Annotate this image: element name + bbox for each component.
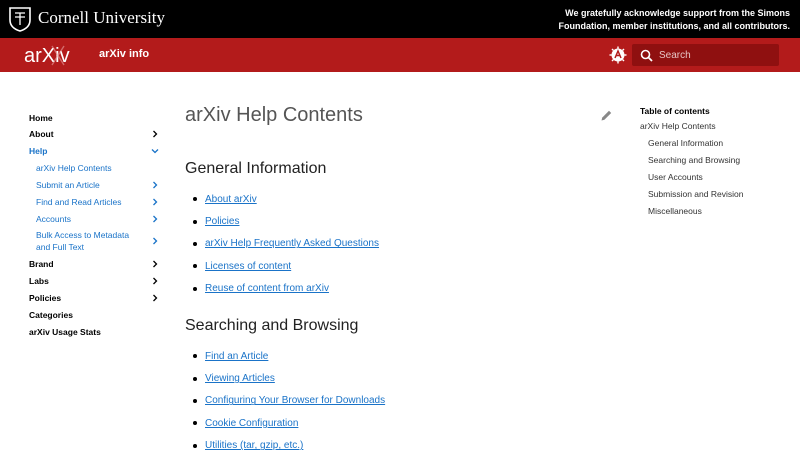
general-information-list: About arXiv Policies arXiv Help Frequent… (193, 188, 379, 300)
bullet-icon (193, 354, 197, 359)
sidebar-item-find-read[interactable]: Find and Read Articles (29, 193, 159, 210)
link-policies[interactable]: Policies (205, 216, 239, 227)
left-sidebar-nav: Home About Help arXiv Help Contents Subm… (29, 110, 159, 340)
cornell-university-link[interactable]: Cornell University (38, 8, 165, 28)
list-item: Reuse of content from arXiv (193, 278, 379, 300)
sidebar-item-label: Categories (29, 309, 73, 320)
section-title-searching-browsing: Searching and Browsing (185, 317, 359, 334)
sidebar-item-label: Find and Read Articles (36, 196, 122, 207)
search-icon[interactable] (640, 49, 653, 62)
toc-item-miscellaneous[interactable]: Miscellaneous (640, 203, 790, 220)
list-item: About arXiv (193, 188, 379, 210)
sidebar-item-policies[interactable]: Policies (29, 289, 159, 306)
section-title-general-information: General Information (185, 160, 327, 177)
arxiv-header: arXiv arXiv info (0, 38, 800, 72)
list-item: Policies (193, 210, 379, 232)
searching-browsing-list: Find an Article Viewing Articles Configu… (193, 345, 385, 450)
link-help-faq[interactable]: arXiv Help Frequently Asked Questions (205, 238, 379, 249)
chevron-right-icon[interactable] (151, 294, 159, 302)
sidebar-item-bulk-access[interactable]: Bulk Access to Metadata and Full Text (29, 227, 159, 255)
list-item: Configuring Your Browser for Downloads (193, 390, 385, 412)
sidebar-item-label: Brand (29, 258, 54, 269)
arxiv-logo[interactable]: arXiv (24, 43, 86, 67)
edit-pencil-icon[interactable] (600, 109, 613, 122)
toc-item-root[interactable]: arXiv Help Contents (640, 118, 790, 135)
toc-item-general-information[interactable]: General Information (640, 135, 790, 152)
page-title: arXiv Help Contents (185, 104, 363, 126)
sidebar-item-brand[interactable]: Brand (29, 255, 159, 272)
cornell-seal-icon[interactable] (8, 6, 32, 32)
toc-item-searching-browsing[interactable]: Searching and Browsing (640, 152, 790, 169)
sidebar-item-home[interactable]: Home (29, 110, 159, 125)
link-licenses-of-content[interactable]: Licenses of content (205, 261, 291, 272)
search-input[interactable] (659, 49, 774, 61)
sidebar-item-label: Submit an Article (36, 179, 100, 190)
site-title[interactable]: arXiv info (99, 48, 149, 60)
chevron-down-icon[interactable] (151, 147, 159, 155)
cornell-topbar: Cornell University We gratefully acknowl… (0, 0, 800, 38)
search-box[interactable] (632, 44, 779, 66)
sidebar-item-help-contents[interactable]: arXiv Help Contents (29, 159, 159, 176)
sidebar-item-label: Policies (29, 292, 62, 303)
sidebar-item-labs[interactable]: Labs (29, 272, 159, 289)
sidebar-item-accounts[interactable]: Accounts (29, 210, 159, 227)
list-item: arXiv Help Frequently Asked Questions (193, 233, 379, 255)
link-utilities[interactable]: Utilities (tar, gzip, etc.) (205, 440, 303, 450)
link-cookie-configuration[interactable]: Cookie Configuration (205, 418, 298, 429)
sidebar-item-submit-article[interactable]: Submit an Article (29, 176, 159, 193)
chevron-right-icon[interactable] (151, 277, 159, 285)
table-of-contents: Table of contents arXiv Help Contents Ge… (640, 106, 790, 220)
list-item: Licenses of content (193, 255, 379, 277)
sidebar-item-categories[interactable]: Categories (29, 306, 159, 323)
chevron-right-icon[interactable] (151, 215, 159, 223)
list-item: Cookie Configuration (193, 412, 385, 434)
sidebar-item-label: Bulk Access to Metadata and Full Text (36, 230, 130, 252)
sidebar-item-usage-stats[interactable]: arXiv Usage Stats (29, 323, 159, 340)
sidebar-item-label: Help (29, 145, 48, 156)
list-item: Viewing Articles (193, 367, 385, 389)
toc-item-user-accounts[interactable]: User Accounts (640, 169, 790, 186)
toc-item-submission-revision[interactable]: Submission and Revision (640, 186, 790, 203)
chevron-right-icon[interactable] (151, 181, 159, 189)
list-item: Utilities (tar, gzip, etc.) (193, 435, 385, 450)
toc-title: Table of contents (640, 106, 710, 116)
bullet-icon (193, 398, 197, 403)
bullet-icon (193, 197, 197, 202)
link-find-an-article[interactable]: Find an Article (205, 351, 268, 362)
link-reuse-of-content[interactable]: Reuse of content from arXiv (205, 283, 329, 294)
sidebar-item-label: Accounts (36, 213, 71, 224)
sidebar-item-label: Home (29, 112, 53, 123)
sidebar-item-label: arXiv Usage Stats (29, 326, 101, 337)
bullet-icon (193, 443, 197, 448)
chevron-right-icon[interactable] (151, 198, 159, 206)
sidebar-item-label: About (29, 128, 54, 139)
chevron-right-icon[interactable] (151, 130, 159, 138)
chevron-right-icon[interactable] (151, 237, 159, 245)
link-about-arxiv[interactable]: About arXiv (205, 194, 257, 205)
bullet-icon (193, 241, 197, 246)
sidebar-item-label: Labs (29, 275, 49, 286)
list-item: Find an Article (193, 345, 385, 367)
chevron-right-icon[interactable] (151, 260, 159, 268)
acknowledgment-text: We gratefully acknowledge support from t… (558, 8, 790, 31)
sidebar-item-about[interactable]: About (29, 125, 159, 142)
link-viewing-articles[interactable]: Viewing Articles (205, 373, 275, 384)
bullet-icon (193, 376, 197, 381)
bullet-icon (193, 264, 197, 269)
bullet-icon (193, 421, 197, 426)
theme-toggle-icon[interactable] (609, 46, 627, 64)
sidebar-item-help[interactable]: Help (29, 142, 159, 159)
bullet-icon (193, 219, 197, 224)
link-configuring-browser[interactable]: Configuring Your Browser for Downloads (205, 395, 385, 406)
bullet-icon (193, 286, 197, 291)
sidebar-item-label: arXiv Help Contents (36, 162, 112, 173)
